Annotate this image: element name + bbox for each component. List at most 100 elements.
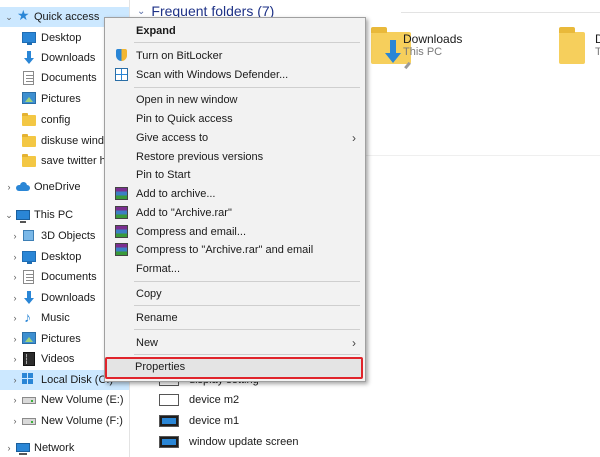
nav-item-new-volume-f[interactable]: › New Volume (F:) [0, 411, 129, 431]
folder-tile-downloads[interactable]: Downloads This PC [371, 26, 551, 86]
music-icon [22, 309, 36, 325]
menu-item-compress-email[interactable]: Compress and email... [106, 222, 364, 241]
chevron-right-icon[interactable]: › [9, 353, 21, 365]
menu-label: Format... [136, 262, 181, 275]
video-icon [23, 352, 35, 366]
divider [401, 12, 600, 13]
menu-item-expand[interactable]: Expand [106, 21, 364, 40]
document-icon [23, 270, 34, 284]
nav-label: config [41, 114, 71, 126]
network-icon [16, 443, 30, 455]
folder-icon [22, 113, 36, 126]
nav-label: Quick access [34, 11, 100, 23]
menu-item-format[interactable]: Format... [106, 259, 364, 278]
menu-label: Rename [136, 311, 178, 324]
pictures-icon [22, 332, 36, 344]
menu-item-pin-quick-access[interactable]: Pin to Quick access [106, 109, 364, 128]
menu-item-properties[interactable]: Properties [105, 357, 363, 379]
chevron-right-icon[interactable]: › [9, 312, 21, 324]
chevron-right-icon[interactable]: › [3, 442, 15, 454]
chevron-right-icon[interactable]: › [9, 271, 21, 283]
winrar-icon [115, 187, 128, 200]
download-icon [385, 40, 401, 64]
menu-label: Scan with Windows Defender... [136, 68, 289, 81]
nav-label: Pictures [41, 93, 81, 105]
chevron-right-icon[interactable]: › [9, 394, 21, 406]
nav-label: Downloads [41, 52, 96, 64]
context-menu: Expand Turn on BitLocker Scan with Windo… [104, 17, 366, 382]
menu-label: Copy [136, 287, 162, 300]
tile-location: This PC [403, 46, 443, 58]
menu-label: Properties [135, 361, 186, 373]
file-name: device m1 [189, 415, 240, 427]
file-name: device m2 [189, 394, 240, 406]
nav-item-network[interactable]: › Network [0, 438, 129, 457]
list-item[interactable]: window update screen [159, 432, 459, 452]
menu-label: Add to "Archive.rar" [136, 206, 232, 219]
nav-label: OneDrive [34, 181, 81, 193]
chevron-down-icon[interactable]: ⌄ [3, 11, 15, 23]
screenshot-icon [159, 415, 179, 427]
menu-item-pin-start[interactable]: Pin to Start [106, 165, 364, 184]
menu-item-rename[interactable]: Rename [106, 308, 364, 327]
shield-icon [115, 49, 128, 62]
cube-icon [23, 230, 34, 241]
menu-item-restore-versions[interactable]: Restore previous versions [106, 147, 364, 166]
document-icon [23, 71, 34, 85]
menu-separator [134, 305, 360, 306]
menu-separator [134, 354, 360, 355]
windows-drive-icon [22, 373, 36, 387]
tile-name: D [595, 32, 600, 46]
winrar-icon [115, 243, 128, 256]
chevron-right-icon: › [352, 130, 356, 145]
chevron-down-icon[interactable]: ⌄ [3, 209, 15, 221]
desktop-icon [22, 32, 36, 45]
chevron-right-icon[interactable]: › [9, 374, 21, 386]
folder-icon [22, 134, 36, 147]
menu-item-defender[interactable]: Scan with Windows Defender... [106, 65, 364, 84]
menu-item-new[interactable]: New › [106, 333, 364, 352]
folder-icon [559, 27, 585, 64]
desktop-icon [22, 251, 36, 264]
menu-label: Pin to Start [136, 168, 191, 181]
tile-location: T [595, 46, 600, 58]
menu-item-open-new-window[interactable]: Open in new window [106, 90, 364, 109]
screenshot-icon [159, 436, 179, 448]
list-item[interactable]: device m2 [159, 390, 459, 410]
chevron-right-icon[interactable]: › [9, 415, 21, 427]
menu-item-copy[interactable]: Copy [106, 284, 364, 303]
menu-item-bitlocker[interactable]: Turn on BitLocker [106, 46, 364, 65]
menu-item-add-archive[interactable]: Add to archive... [106, 184, 364, 203]
nav-label: Local Disk (C:) [41, 374, 114, 386]
menu-separator [134, 281, 360, 282]
screenshot-icon [159, 394, 179, 406]
chevron-down-icon: ⌄ [137, 5, 146, 17]
chevron-right-icon[interactable]: › [9, 230, 21, 242]
list-item[interactable]: device m1 [159, 411, 459, 431]
menu-item-add-archive-rar[interactable]: Add to "Archive.rar" [106, 203, 364, 222]
nav-label: Desktop [41, 251, 82, 263]
nav-item-new-volume-e[interactable]: › New Volume (E:) [0, 390, 129, 410]
drive-icon [22, 418, 36, 425]
chevron-right-icon[interactable]: › [9, 333, 21, 345]
menu-label: Compress to "Archive.rar" and email [136, 243, 314, 256]
chevron-right-icon[interactable]: › [3, 181, 15, 193]
chevron-right-icon[interactable]: › [9, 292, 21, 304]
menu-label: Compress and email... [136, 225, 247, 238]
download-icon [22, 291, 36, 305]
menu-item-give-access[interactable]: Give access to › [106, 128, 364, 147]
folder-tile-partial[interactable]: D T [559, 26, 600, 86]
nav-label: New Volume (E:) [41, 394, 124, 406]
pin-icon [403, 62, 413, 72]
winrar-icon [115, 225, 128, 238]
menu-separator [134, 87, 360, 88]
menu-item-compress-rar-email[interactable]: Compress to "Archive.rar" and email [106, 240, 364, 259]
nav-label: save twitter ho [41, 155, 112, 167]
menu-label: Give access to [136, 131, 209, 144]
nav-label: Network [34, 442, 75, 454]
menu-separator [134, 329, 360, 330]
nav-label: 3D Objects [41, 230, 96, 242]
chevron-right-icon[interactable]: › [9, 251, 21, 263]
menu-separator [134, 42, 360, 43]
menu-label: New [136, 336, 159, 349]
